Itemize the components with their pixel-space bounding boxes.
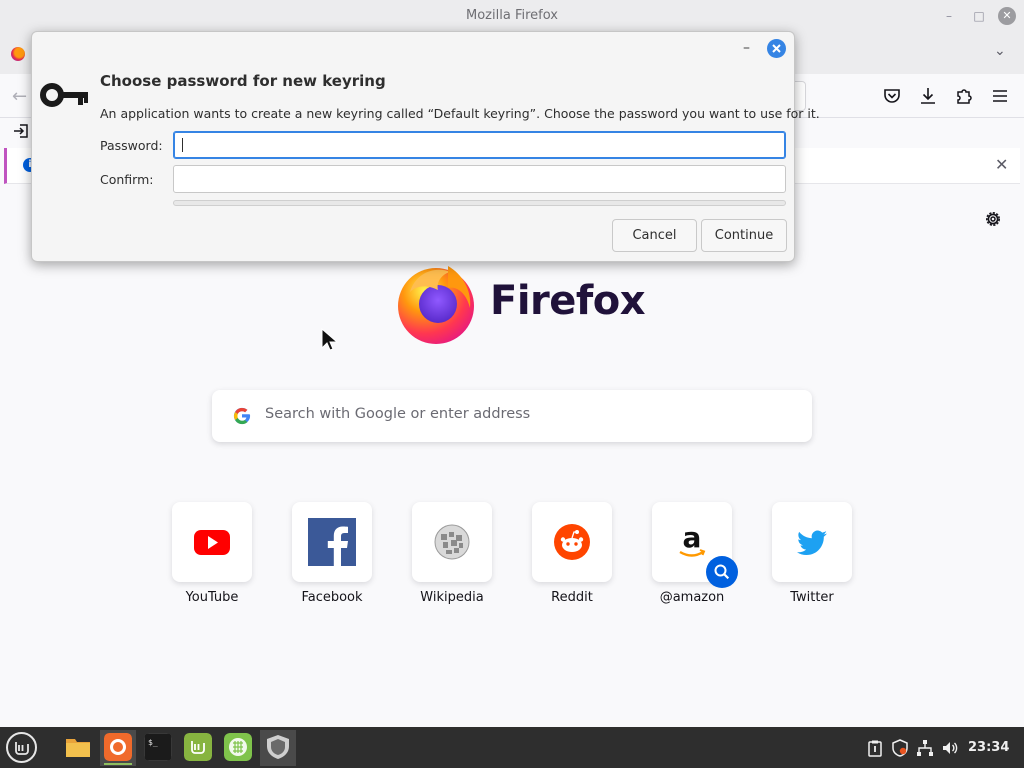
- volume-icon[interactable]: [941, 739, 959, 757]
- dialog-description: An application wants to create a new key…: [100, 106, 820, 121]
- shortcut-facebook[interactable]: Facebook: [272, 502, 392, 612]
- pocket-icon[interactable]: [882, 86, 902, 106]
- mint-menu-icon[interactable]: [6, 732, 37, 763]
- password-label: Password:: [100, 138, 163, 153]
- gear-icon[interactable]: [983, 209, 1003, 229]
- search-input[interactable]: Search with Google or enter address: [212, 390, 812, 442]
- minimize-icon[interactable]: –: [940, 7, 958, 25]
- continue-button[interactable]: Continue: [701, 219, 787, 252]
- shortcut-reddit[interactable]: Reddit: [512, 502, 632, 612]
- mouse-pointer-icon: [321, 328, 338, 351]
- svg-text:a: a: [683, 522, 702, 554]
- firefox-icon: [104, 733, 132, 761]
- text-caret: [182, 138, 183, 152]
- shortcut-amazon[interactable]: a @amazon: [632, 502, 752, 612]
- shortcut-twitter[interactable]: Twitter: [752, 502, 872, 612]
- taskbar-update-manager[interactable]: [180, 730, 216, 766]
- search-badge: [706, 556, 738, 588]
- dialog-title: Choose password for new keyring: [100, 72, 386, 90]
- taskbar-files[interactable]: [60, 730, 96, 766]
- key-icon: [40, 83, 88, 107]
- firefox-wordmark: Firefox: [490, 278, 646, 324]
- dialog-minimize-icon[interactable]: –: [743, 40, 750, 56]
- twitter-icon: [797, 530, 827, 555]
- tile-label: YouTube: [185, 590, 239, 605]
- tile-card[interactable]: [412, 502, 492, 582]
- youtube-icon: [194, 530, 230, 555]
- search-placeholder: Search with Google or enter address: [265, 406, 531, 422]
- taskbar-firefox[interactable]: [100, 730, 136, 766]
- clipboard-icon[interactable]: [866, 739, 884, 757]
- maximize-icon[interactable]: □: [970, 7, 988, 25]
- firefox-favicon-icon[interactable]: [11, 47, 25, 61]
- list-tabs-chevron-icon[interactable]: ⌄: [994, 43, 1006, 59]
- active-indicator: [104, 763, 132, 765]
- firefox-brand: Firefox: [396, 260, 646, 344]
- clock[interactable]: 23:34: [968, 740, 1009, 755]
- reddit-icon: [554, 524, 590, 560]
- download-icon[interactable]: [918, 86, 938, 106]
- firefox-logo-icon: [398, 266, 474, 344]
- terminal-icon: $_: [144, 733, 172, 761]
- tile-card[interactable]: [292, 502, 372, 582]
- window-titlebar: Mozilla Firefox – □ ✕: [0, 0, 1024, 32]
- tile-card[interactable]: [772, 502, 852, 582]
- magnifier-icon: [714, 564, 730, 580]
- confirm-label: Confirm:: [100, 172, 154, 187]
- notification-close-icon[interactable]: ✕: [995, 155, 1008, 174]
- tile-card[interactable]: a: [652, 502, 738, 588]
- window-close-icon[interactable]: ✕: [998, 7, 1016, 25]
- back-arrow-icon[interactable]: ←: [12, 86, 27, 107]
- tile-card[interactable]: [532, 502, 612, 582]
- security-shield-icon[interactable]: [891, 739, 909, 757]
- facebook-icon: [308, 518, 356, 566]
- taskbar-shield[interactable]: [260, 730, 296, 766]
- google-icon: [233, 407, 251, 425]
- taskbar-terminal[interactable]: $_: [140, 730, 176, 766]
- password-field[interactable]: [173, 131, 786, 159]
- cancel-button[interactable]: Cancel: [612, 219, 697, 252]
- password-strength-bar: [173, 200, 786, 206]
- network-icon[interactable]: [916, 739, 934, 757]
- tile-label: Twitter: [790, 590, 834, 605]
- tile-label: Wikipedia: [420, 590, 484, 605]
- wikipedia-icon: [434, 524, 470, 560]
- calculator-icon: [224, 733, 252, 761]
- keyring-dialog: – Choose password for new keyring An app…: [31, 31, 820, 262]
- tile-label: Reddit: [551, 590, 593, 605]
- import-bookmarks-icon[interactable]: [12, 122, 30, 140]
- tile-card[interactable]: [172, 502, 252, 582]
- tile-label: @amazon: [659, 590, 725, 605]
- taskbar-calculator[interactable]: [220, 730, 256, 766]
- window-title: Mozilla Firefox: [466, 8, 558, 23]
- extensions-puzzle-icon[interactable]: [954, 86, 974, 106]
- shield-icon: [267, 735, 289, 759]
- svg-text:$_: $_: [148, 738, 158, 747]
- shortcut-wikipedia[interactable]: Wikipedia: [392, 502, 512, 612]
- confirm-field[interactable]: [173, 165, 786, 193]
- files-icon: [66, 739, 90, 757]
- tile-label: Facebook: [301, 590, 363, 605]
- hamburger-menu-icon[interactable]: [990, 86, 1010, 106]
- shortcut-youtube[interactable]: YouTube: [152, 502, 272, 612]
- taskbar: $_ 23:34: [0, 727, 1024, 768]
- mint-update-icon: [184, 733, 212, 761]
- dialog-close-icon[interactable]: [767, 39, 786, 58]
